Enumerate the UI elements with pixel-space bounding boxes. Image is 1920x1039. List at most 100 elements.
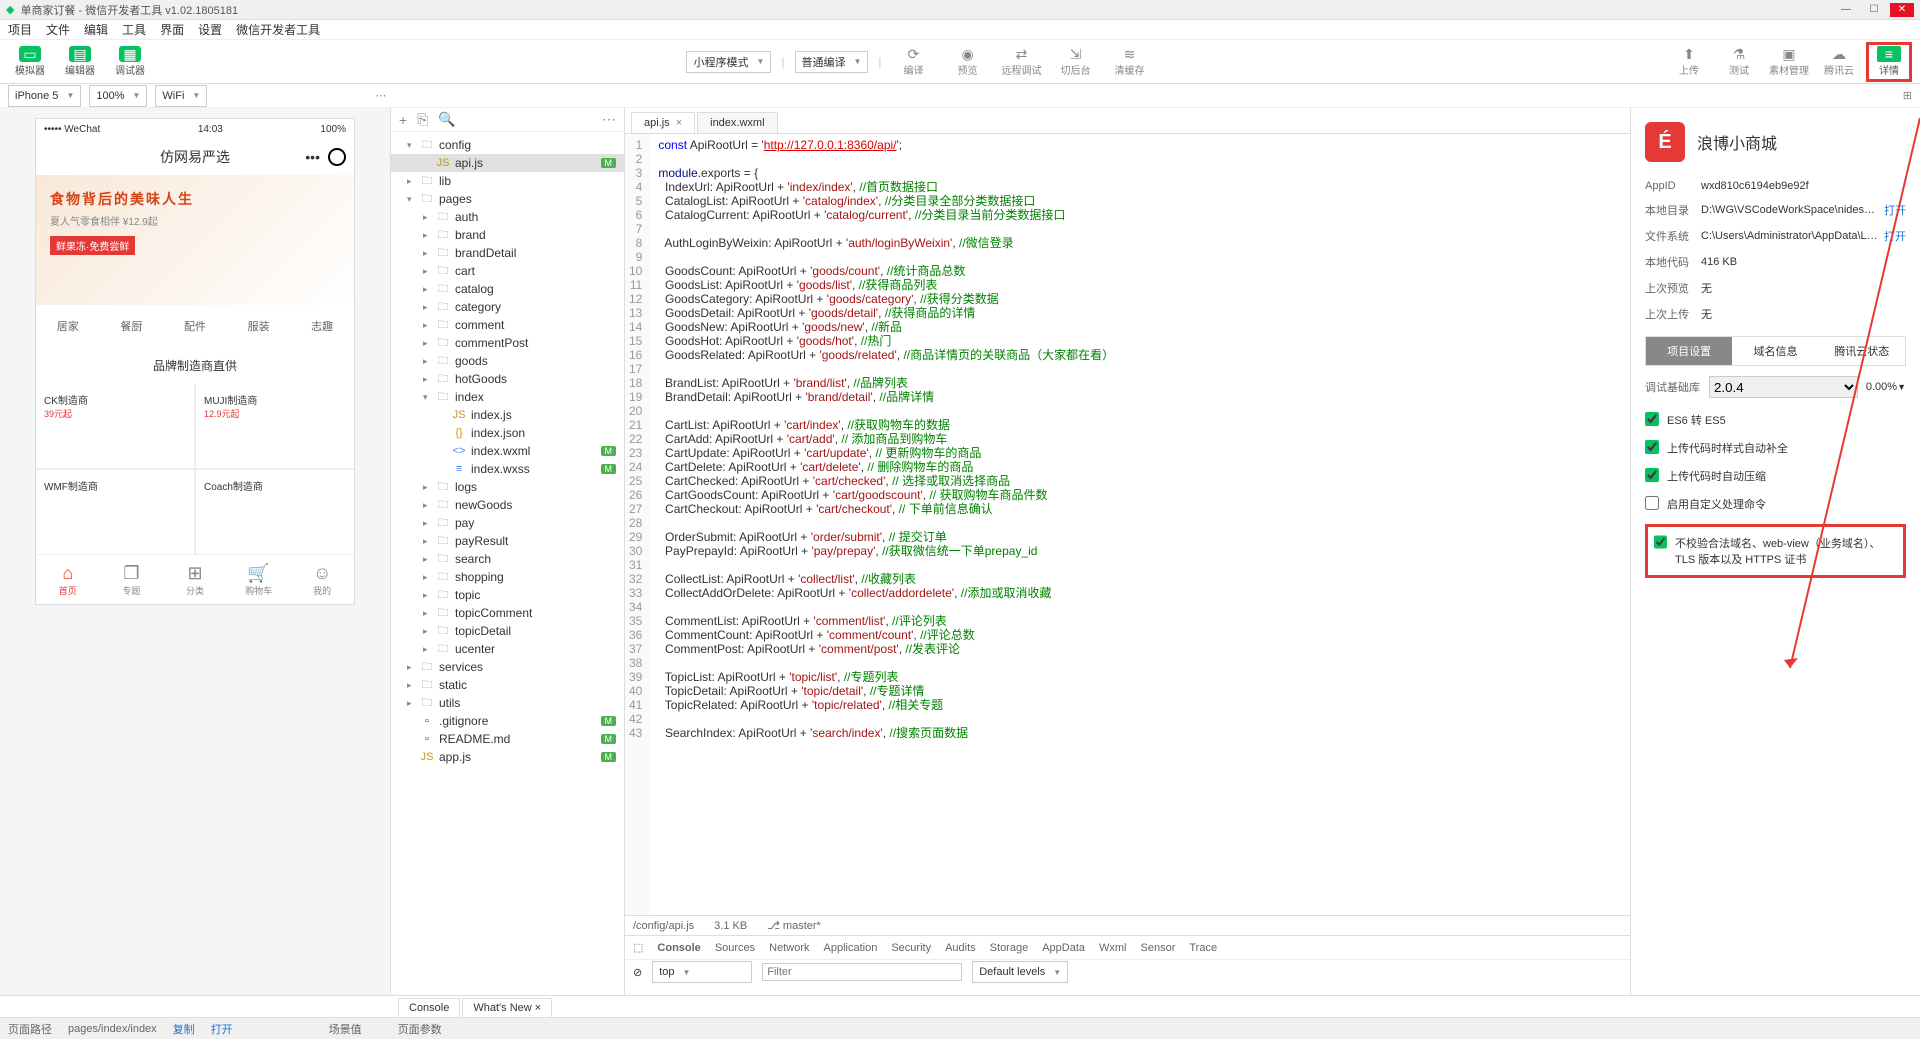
file-index.wxml[interactable]: <>index.wxmlM — [391, 442, 624, 460]
tabbar-首页[interactable]: ⌂首页 — [36, 555, 100, 604]
banner[interactable]: 食物背后的美味人生 夏人气零食相伴 ¥12.9起 鲜果冻·免费尝鲜 — [36, 175, 354, 305]
file-brand[interactable]: ▸🗀brand — [391, 226, 624, 244]
open-link[interactable]: 打开 — [211, 1021, 233, 1037]
devtool-tab-AppData[interactable]: AppData — [1042, 942, 1085, 954]
file-lib[interactable]: ▸🗀lib — [391, 172, 624, 190]
layout-icon[interactable]: ⊞ — [1903, 89, 1912, 102]
compile-mode-select[interactable]: 普通编译 — [795, 51, 869, 73]
devtool-tab-Trace[interactable]: Trace — [1189, 942, 1217, 954]
file-hotGoods[interactable]: ▸🗀hotGoods — [391, 370, 624, 388]
file-.gitignore[interactable]: ▫.gitignoreM — [391, 712, 624, 730]
file-index[interactable]: ▾🗀index — [391, 388, 624, 406]
file-topicDetail[interactable]: ▸🗀topicDetail — [391, 622, 624, 640]
menu-设置[interactable]: 设置 — [198, 21, 222, 38]
device-select[interactable]: iPhone 5 — [8, 85, 81, 107]
menu-文件[interactable]: 文件 — [46, 21, 70, 38]
test-button[interactable]: ⚗测试 — [1716, 42, 1762, 82]
file-auth[interactable]: ▸🗀auth — [391, 208, 624, 226]
file-search[interactable]: ▸🗀search — [391, 550, 624, 568]
file-ucenter[interactable]: ▸🗀ucenter — [391, 640, 624, 658]
setting-check[interactable]: ES6 转 ES5 — [1645, 412, 1906, 428]
tabbar-购物车[interactable]: 🛒购物车 — [227, 555, 291, 604]
simulator-button[interactable]: ▭模拟器 — [8, 42, 52, 82]
file-topicComment[interactable]: ▸🗀topicComment — [391, 604, 624, 622]
devtool-tab-Network[interactable]: Network — [769, 942, 809, 954]
code-content[interactable]: const ApiRootUrl = 'http://127.0.0.1:836… — [650, 134, 1122, 915]
nav-tab[interactable]: 服装 — [248, 318, 270, 334]
cloud-button[interactable]: ☁腾讯云 — [1816, 42, 1862, 82]
devtool-tab-Sources[interactable]: Sources — [715, 942, 755, 954]
preview-button[interactable]: ◉预览 — [946, 42, 990, 82]
nav-tab[interactable]: 居家 — [57, 318, 79, 334]
detail-tab-域名信息[interactable]: 域名信息 — [1732, 337, 1818, 365]
mode-select[interactable]: 小程序模式 — [686, 51, 771, 73]
sub-tab[interactable]: What's New × — [462, 998, 552, 1017]
context-select[interactable]: top — [652, 961, 752, 983]
devtool-tab-Wxml[interactable]: Wxml — [1099, 942, 1127, 954]
filter-input[interactable] — [762, 963, 962, 981]
editor-button[interactable]: ▤编辑器 — [58, 42, 102, 82]
upload-button[interactable]: ⬆上传 — [1666, 42, 1712, 82]
file-services[interactable]: ▸🗀services — [391, 658, 624, 676]
tabbar-我的[interactable]: ☺我的 — [290, 555, 354, 604]
file-brandDetail[interactable]: ▸🗀brandDetail — [391, 244, 624, 262]
file-catalog[interactable]: ▸🗀catalog — [391, 280, 624, 298]
menu-微信开发者工具[interactable]: 微信开发者工具 — [236, 21, 320, 38]
copy-icon[interactable]: ⎘ — [417, 111, 428, 128]
file-static[interactable]: ▸🗀static — [391, 676, 624, 694]
menu-界面[interactable]: 界面 — [160, 21, 184, 38]
menu-工具[interactable]: 工具 — [122, 21, 146, 38]
file-cart[interactable]: ▸🗀cart — [391, 262, 624, 280]
file-config[interactable]: ▾🗀config — [391, 136, 624, 154]
devtool-tab-Security[interactable]: Security — [891, 942, 931, 954]
file-payResult[interactable]: ▸🗀payResult — [391, 532, 624, 550]
devtool-tab-Application[interactable]: Application — [824, 942, 878, 954]
levels-select[interactable]: Default levels — [972, 961, 1068, 983]
file-index.json[interactable]: {}index.json — [391, 424, 624, 442]
devtool-tab-Storage[interactable]: Storage — [990, 942, 1029, 954]
close-tab-icon[interactable]: × — [676, 117, 682, 129]
search-icon[interactable]: 🔍 — [438, 111, 455, 128]
brand-item[interactable]: WMF制造商 — [36, 470, 194, 554]
setting-check[interactable]: 上传代码时自动压缩 — [1645, 468, 1906, 484]
file-api.js[interactable]: JSapi.jsM — [391, 154, 624, 172]
more-icon[interactable]: ⋯ — [375, 89, 386, 102]
brand-item[interactable]: MUJI制造商12.9元起 — [196, 384, 354, 468]
editor-tab-index.wxml[interactable]: index.wxml — [697, 112, 777, 133]
file-shopping[interactable]: ▸🗀shopping — [391, 568, 624, 586]
menu-编辑[interactable]: 编辑 — [84, 21, 108, 38]
material-button[interactable]: ▣素材管理 — [1766, 42, 1812, 82]
add-file-icon[interactable]: + — [399, 112, 407, 128]
menu-项目[interactable]: 项目 — [8, 21, 32, 38]
domain-checkbox[interactable] — [1654, 535, 1667, 549]
tabbar-分类[interactable]: ⊞分类 — [163, 555, 227, 604]
sub-tab[interactable]: Console — [398, 998, 460, 1017]
cache-button[interactable]: ≋清缓存 — [1108, 42, 1152, 82]
file-comment[interactable]: ▸🗀comment — [391, 316, 624, 334]
clear-console-icon[interactable]: ⊘ — [633, 966, 642, 979]
inspect-icon[interactable]: ⬚ — [633, 941, 643, 954]
compile-button[interactable]: ⟳编译 — [892, 42, 936, 82]
open-link[interactable]: 打开 — [1884, 228, 1906, 244]
zoom-select[interactable]: 100% — [89, 85, 147, 107]
devtool-tab-Console[interactable]: Console — [657, 942, 700, 954]
file-index.js[interactable]: JSindex.js — [391, 406, 624, 424]
file-utils[interactable]: ▸🗀utils — [391, 694, 624, 712]
devtool-tab-Audits[interactable]: Audits — [945, 942, 976, 954]
lib-version-select[interactable]: 2.0.4 — [1709, 376, 1858, 398]
copy-link[interactable]: 复制 — [173, 1021, 195, 1037]
detail-tab-项目设置[interactable]: 项目设置 — [1646, 337, 1732, 365]
brand-item[interactable]: CK制造商39元起 — [36, 384, 194, 468]
nav-tab[interactable]: 餐厨 — [120, 318, 142, 334]
maximize-button[interactable]: ☐ — [1862, 3, 1886, 17]
detail-button[interactable]: ≡详情 — [1866, 42, 1912, 82]
tabbar-专题[interactable]: ❐专题 — [100, 555, 164, 604]
file-app.js[interactable]: JSapp.jsM — [391, 748, 624, 766]
background-button[interactable]: ⇲切后台 — [1054, 42, 1098, 82]
file-commentPost[interactable]: ▸🗀commentPost — [391, 334, 624, 352]
nav-tab[interactable]: 配件 — [184, 318, 206, 334]
open-link[interactable]: 打开 — [1884, 202, 1906, 218]
file-logs[interactable]: ▸🗀logs — [391, 478, 624, 496]
file-README.md[interactable]: ▫README.mdM — [391, 730, 624, 748]
network-select[interactable]: WiFi — [155, 85, 207, 107]
